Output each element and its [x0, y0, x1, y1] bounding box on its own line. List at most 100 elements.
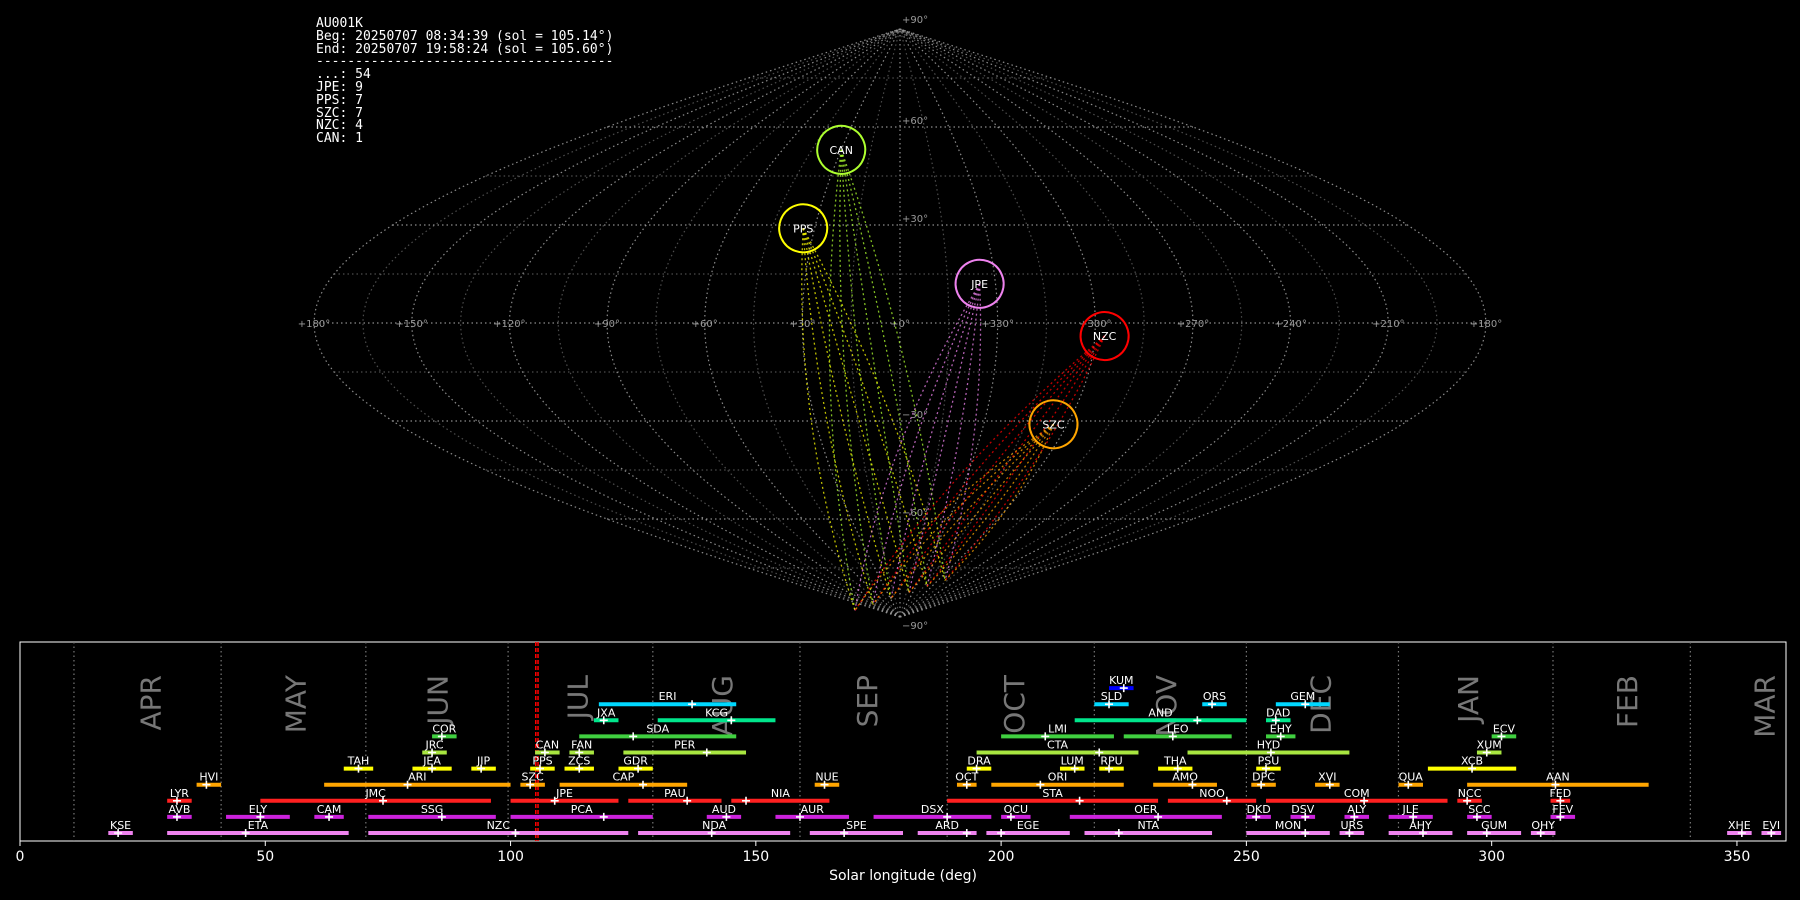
shower-label: GDR [623, 755, 648, 768]
shower-label: URS [1341, 819, 1364, 832]
month-label: JUL [561, 675, 594, 722]
shower-label: ALY [1347, 803, 1366, 816]
shower-szc: SZC [520, 771, 545, 789]
shower-label: AAN [1546, 771, 1570, 784]
shower-label: GUM [1481, 819, 1507, 832]
shower-label: HVI [199, 771, 218, 784]
shower-label: ORS [1203, 690, 1226, 703]
shower-label: COM [1344, 787, 1370, 800]
radiant-label: JPE [970, 278, 988, 291]
shower-label: SCC [1468, 803, 1491, 816]
shower-label: XVI [1318, 771, 1336, 784]
x-tick-label: 50 [256, 849, 274, 865]
shower-label: ETA [248, 819, 269, 832]
shower-label: JLE [1402, 803, 1419, 816]
meteor-radiant-figure: AU001K Beg: 20250707 08:34:39 (sol = 105.… [0, 0, 1800, 900]
shower-hvi: HVI [196, 771, 222, 789]
month-label: OCT [998, 674, 1031, 734]
shower-jxa: JXA [593, 706, 619, 725]
shower-label: JEA [422, 755, 441, 768]
shower-label: SSG [421, 803, 444, 816]
meteor-trail [802, 228, 874, 605]
shower-label: ARD [935, 819, 959, 832]
meteor-trail [944, 335, 1106, 581]
meteor-trail [802, 228, 928, 587]
shower-label: AUR [801, 803, 825, 816]
shower-label: COR [432, 722, 456, 735]
shower-label: AVB [168, 803, 190, 816]
shower-label: NDA [702, 819, 727, 832]
shower-label: JXA [596, 706, 616, 719]
meteor-trail [944, 283, 982, 581]
lon-tick-label: +180° [1470, 319, 1502, 330]
meteor-trail [802, 228, 892, 599]
shower-label: DAD [1266, 706, 1290, 719]
shower-activity-timeline: APR MAY JUN JUL AUG SEP OCT NOV DEC JAN FEB MARKUME… [16, 641, 1787, 884]
shower-label: RPU [1100, 755, 1122, 768]
month-label: JUN [422, 675, 455, 727]
shower-label: XCB [1461, 755, 1483, 768]
radiant-label: SZC [1042, 418, 1065, 431]
shower-tah: TAH [343, 755, 374, 773]
shower-ors: ORS [1202, 690, 1227, 709]
shower-label: OER [1134, 803, 1158, 816]
shower-label: NCC [1458, 787, 1482, 800]
shower-qua: QUA [1398, 771, 1423, 789]
shower-label: SZC [522, 771, 545, 784]
shower-label: ECV [1493, 722, 1516, 735]
shower-label: EHY [1270, 722, 1292, 735]
shower-label: JIP [476, 755, 490, 768]
lon-tick-label: +180° [298, 319, 330, 330]
shower-label: THA [1163, 755, 1187, 768]
shower-kse: KSE [108, 819, 133, 837]
meteor-trail [926, 283, 981, 587]
lon-tick-label: +240° [1274, 319, 1306, 330]
month-label: MAR [1749, 675, 1782, 738]
lon-tick-label: +330° [981, 319, 1013, 330]
shower-avb: AVB [167, 803, 192, 821]
shower-label: AMO [1172, 771, 1198, 784]
meteor-trail [840, 149, 910, 593]
shower-label: ORI [1048, 771, 1068, 784]
lon-tick-label: +0° [890, 319, 910, 330]
month-label: MAY [279, 674, 312, 733]
meteor-trails [801, 149, 1106, 611]
shower-label: JRC [425, 739, 444, 752]
lat-tick-label: −90° [902, 621, 928, 632]
shower-label: PSU [1258, 755, 1280, 768]
x-tick-label: 100 [497, 849, 524, 865]
shower-dkd: DKD [1246, 803, 1271, 821]
shower-label: FAN [571, 739, 592, 752]
shower-oct: OCT [955, 771, 979, 789]
shower-label: FED [1549, 787, 1571, 800]
shower-label: CAM [317, 803, 342, 816]
lon-tick-label: +150° [395, 319, 427, 330]
shower-label: KCG [705, 706, 728, 719]
shower-label: LEO [1167, 722, 1189, 735]
month-label: SEP [851, 675, 884, 727]
lat-tick-label: +30° [902, 214, 928, 225]
month-label: APR [135, 675, 168, 731]
shower-label: STA [1042, 787, 1063, 800]
shower-label: XHE [1728, 819, 1751, 832]
shower-label: PPS [532, 755, 552, 768]
shower-label: NTA [1137, 819, 1159, 832]
x-axis-label: Solar longitude (deg) [829, 868, 977, 884]
lon-tick-label: +120° [493, 319, 525, 330]
shower-label: CAP [612, 771, 634, 784]
shower-label: EGE [1017, 819, 1039, 832]
shower-label: NIA [771, 787, 790, 800]
shower-label: JMC [364, 787, 386, 800]
shower-label: DKD [1247, 803, 1271, 816]
shower-label: LUM [1061, 755, 1084, 768]
shower-label: PER [674, 739, 696, 752]
shower-label: KSE [110, 819, 131, 832]
x-tick-label: 350 [1724, 849, 1751, 865]
shower-label: EVI [1762, 819, 1780, 832]
shower-label: OCT [955, 771, 978, 784]
shower-label: DPC [1252, 771, 1275, 784]
shower-zcs: ZCS [564, 755, 594, 773]
month-label: JAN [1452, 675, 1485, 725]
shower-label: OCU [1004, 803, 1028, 816]
shower-label: JPE [555, 787, 573, 800]
